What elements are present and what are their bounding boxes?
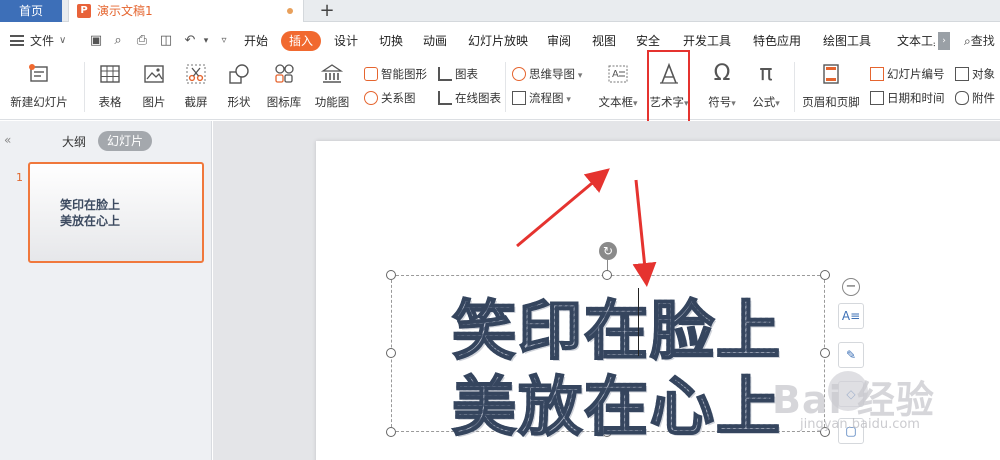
arrow-to-caret — [632, 179, 657, 287]
arrow-to-art-text — [516, 168, 610, 248]
annotation-arrows — [516, 168, 657, 287]
